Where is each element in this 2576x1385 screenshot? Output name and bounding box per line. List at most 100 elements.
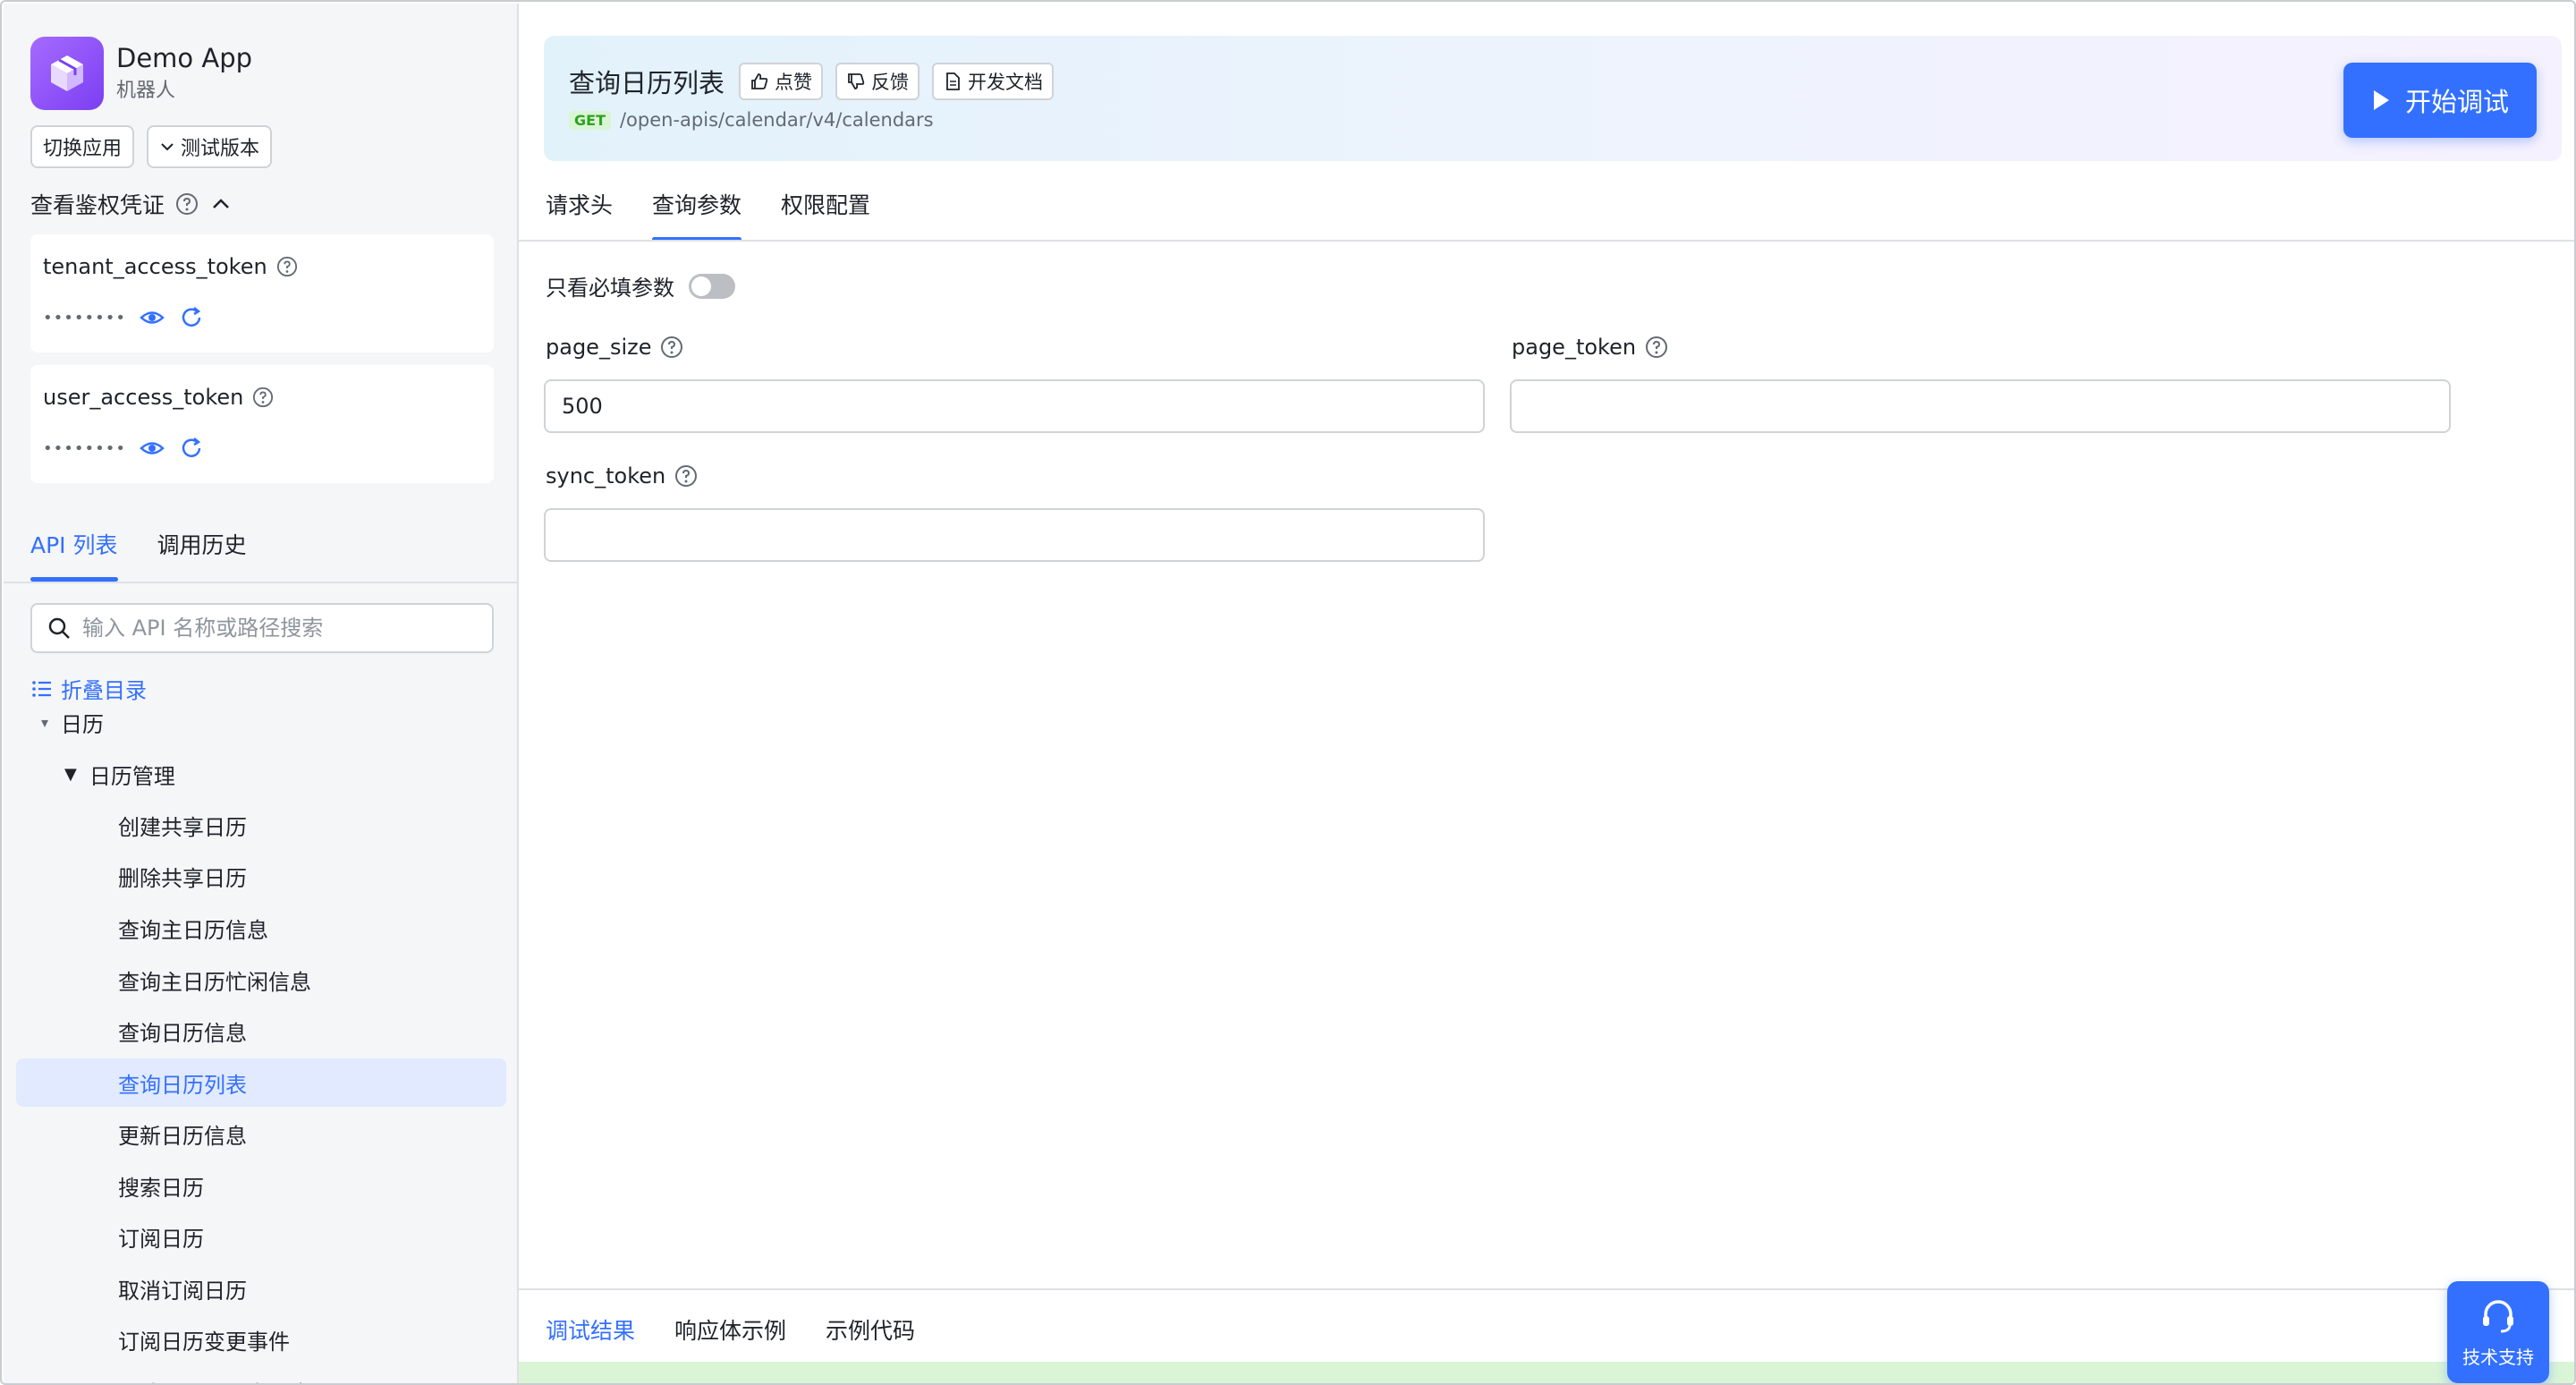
page-size-input[interactable]: 500 — [544, 379, 1485, 433]
eye-icon[interactable] — [139, 304, 165, 331]
tree-leaf-label: 更新日历信息 — [118, 1123, 247, 1149]
refresh-icon[interactable] — [178, 304, 205, 331]
tree-leaf-label: 查询主日历信息 — [118, 917, 268, 943]
tab-sample-code[interactable]: 示例代码 — [826, 1313, 915, 1367]
credentials-title: 查看鉴权凭证 — [30, 192, 165, 218]
tech-support-label: 技术支持 — [2462, 1346, 2534, 1368]
tree-leaf-label: 创建共享日历 — [118, 814, 247, 840]
main-panel: 查询日历列表 点赞 反馈 开发文档 GET /open-apis/calenda… — [519, 4, 2574, 1383]
start-debug-button[interactable]: 开始调试 — [2343, 63, 2537, 138]
api-header-banner: 查询日历列表 点赞 反馈 开发文档 GET /open-apis/calenda… — [544, 36, 2562, 161]
tab-permissions[interactable]: 权限配置 — [781, 188, 870, 242]
sidebar-tabs: API 列表 调用历史 — [30, 528, 247, 582]
help-icon[interactable] — [1645, 336, 1668, 359]
sync-token-label: sync_token — [546, 463, 666, 489]
caret-down-icon: ▾ — [41, 713, 49, 731]
tree-leaf[interactable]: 删除共享日历 — [16, 852, 506, 900]
api-search-input[interactable] — [82, 616, 476, 641]
play-icon — [2373, 90, 2389, 110]
required-only-row: 只看必填参数 — [546, 270, 735, 302]
sync-token-label-row: sync_token — [546, 463, 698, 489]
help-icon[interactable] — [276, 256, 298, 277]
tree-leaf-label: 取消订阅日历 — [118, 1278, 247, 1304]
collapse-label: 折叠目录 — [61, 678, 147, 703]
token-name: user_access_token — [43, 385, 244, 410]
tree-leaf-label: 查询主日历忙闲信息 — [118, 969, 311, 995]
collapse-tree-button[interactable]: 折叠目录 — [30, 673, 147, 704]
credentials-header[interactable]: 查看鉴权凭证 — [30, 188, 233, 220]
headset-icon — [2483, 1299, 2513, 1332]
tree-leaf-label: 删除共享日历 — [118, 865, 247, 891]
list-icon — [32, 680, 51, 697]
required-only-toggle[interactable] — [689, 273, 735, 299]
tree-leaf[interactable]: 查询主日历信息 — [16, 904, 506, 952]
switch-app-button[interactable]: 切换应用 — [30, 125, 135, 168]
app-logo — [30, 37, 104, 110]
tree-leaf-selected[interactable]: 查询日历列表 — [16, 1058, 506, 1107]
page-token-label-row: page_token — [1512, 335, 1668, 360]
chevron-up-icon[interactable] — [209, 192, 233, 216]
tree-leaf[interactable]: 订阅日历变更事件 — [16, 1315, 506, 1364]
search-icon — [48, 617, 70, 639]
page-size-label-row: page_size — [546, 335, 683, 360]
help-icon[interactable] — [674, 464, 698, 488]
start-debug-label: 开始调试 — [2404, 87, 2509, 117]
chevron-down-icon — [161, 143, 174, 151]
page-size-label: page_size — [546, 335, 652, 360]
tree-leaf[interactable]: 取消订阅日历变更事件 — [16, 1367, 506, 1384]
token-value-masked: •••••••• — [43, 438, 126, 458]
api-search — [30, 603, 494, 653]
feedback-label: 反馈 — [871, 72, 910, 93]
tab-query-params[interactable]: 查询参数 — [652, 188, 742, 242]
tree-leaf[interactable]: 搜索日历 — [16, 1161, 506, 1210]
tree-leaf[interactable]: 查询主日历忙闲信息 — [16, 956, 506, 1004]
version-select[interactable]: 测试版本 — [147, 125, 273, 168]
divider — [4, 582, 517, 583]
refresh-icon[interactable] — [178, 435, 205, 462]
tab-headers[interactable]: 请求头 — [546, 188, 613, 242]
like-button[interactable]: 点赞 — [739, 63, 824, 100]
result-tabs: 调试结果 响应体示例 示例代码 — [546, 1313, 915, 1367]
tree-leaf-label: 取消订阅日历变更事件 — [118, 1376, 333, 1384]
tree-leaf[interactable]: 查询日历信息 — [16, 1007, 506, 1055]
required-only-label: 只看必填参数 — [546, 276, 674, 301]
help-icon[interactable] — [660, 336, 683, 359]
tree-node-label: 日历 — [61, 711, 105, 737]
http-method-badge: GET — [569, 110, 611, 130]
tech-support-button[interactable]: 技术支持 — [2447, 1281, 2549, 1383]
tree-leaf[interactable]: 创建共享日历 — [16, 801, 506, 849]
token-card-user: user_access_token •••••••• — [30, 365, 494, 483]
thumbs-down-icon — [848, 73, 865, 89]
help-icon[interactable] — [175, 192, 199, 216]
tab-debug-result[interactable]: 调试结果 — [546, 1313, 636, 1367]
request-tabs: 请求头 查询参数 权限配置 — [546, 188, 870, 242]
tree-leaf[interactable]: 订阅日历 — [16, 1212, 506, 1261]
tree-leaf-label: 查询日历信息 — [118, 1020, 247, 1046]
tree-leaf-label: 订阅日历 — [118, 1226, 204, 1252]
tree-node-calendar-management[interactable]: ▼ 日历管理 — [16, 750, 506, 798]
app-header: Demo App 机器人 — [30, 36, 252, 111]
tab-response-example[interactable]: 响应体示例 — [674, 1313, 786, 1367]
result-status-strip — [519, 1362, 2574, 1383]
tree-leaf[interactable]: 更新日历信息 — [16, 1109, 506, 1158]
docs-button[interactable]: 开发文档 — [932, 63, 1055, 100]
help-icon[interactable] — [252, 387, 274, 408]
app-role: 机器人 — [116, 80, 176, 102]
docs-label: 开发文档 — [968, 72, 1044, 93]
tab-call-history[interactable]: 调用历史 — [157, 528, 247, 582]
switch-app-label: 切换应用 — [43, 138, 123, 160]
document-icon — [946, 72, 960, 90]
sync-token-input[interactable] — [544, 508, 1485, 562]
sidebar: Demo App 机器人 切换应用 测试版本 查看鉴权凭证 tenant_acc… — [4, 4, 519, 1384]
app-window: Demo App 机器人 切换应用 测试版本 查看鉴权凭证 tenant_acc… — [0, 0, 2576, 1385]
cube-icon — [51, 55, 83, 91]
page-token-input[interactable] — [1510, 379, 2451, 433]
api-path: /open-apis/calendar/v4/calendars — [619, 109, 934, 131]
tree-leaf-label: 订阅日历变更事件 — [118, 1329, 290, 1355]
token-card-tenant: tenant_access_token •••••••• — [30, 234, 494, 353]
tab-api-list[interactable]: API 列表 — [30, 528, 118, 582]
feedback-button[interactable]: 反馈 — [835, 63, 920, 100]
tree-node-calendar[interactable]: ▾ 日历 — [16, 710, 506, 746]
tree-leaf[interactable]: 取消订阅日历 — [16, 1264, 506, 1313]
eye-icon[interactable] — [139, 435, 165, 462]
